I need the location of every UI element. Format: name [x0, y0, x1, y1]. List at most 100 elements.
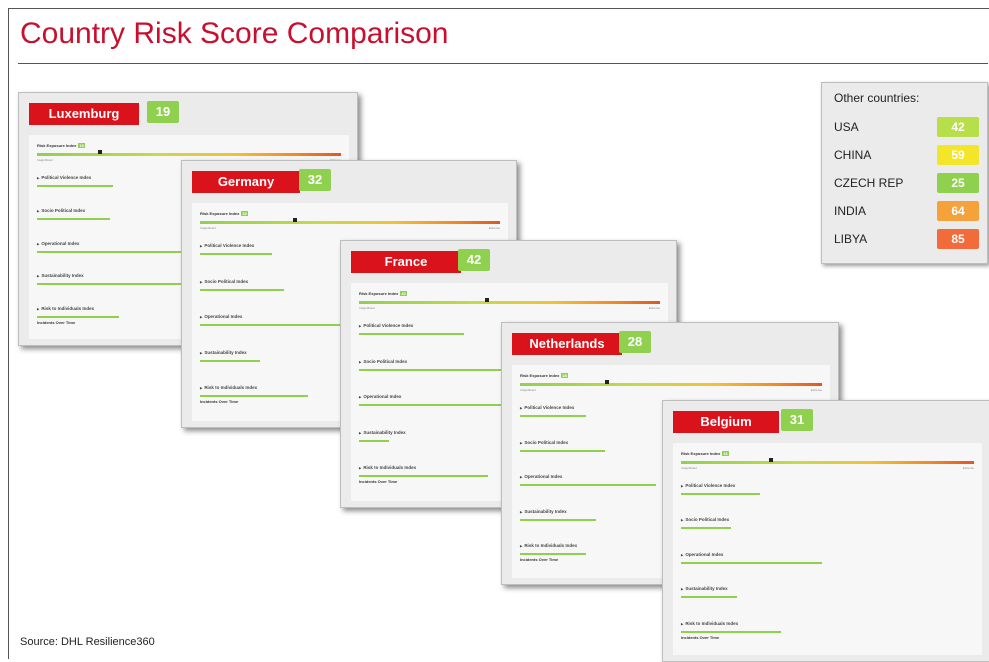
index-bar — [359, 333, 465, 335]
risk-exposure-label: Risk Exposure Index 28 — [520, 373, 568, 378]
country-card-belgium: Belgium 31 Risk Exposure Index 31 Insignific… — [662, 400, 989, 662]
source-note: Source: DHL Resilience360 — [20, 636, 155, 648]
country-score-badge: 19 — [147, 101, 179, 123]
risk-exposure-label: Risk Exposure Index 32 — [200, 211, 248, 216]
index-bar — [520, 484, 656, 487]
incidents-over-time-label: Incidents Over Time — [359, 479, 398, 485]
index-bar — [681, 527, 731, 530]
scale-low-label: Insignificant — [200, 226, 216, 230]
risk-exposure-badge: 42 — [400, 291, 407, 296]
scale-high-label: Extreme — [962, 466, 974, 470]
country-name: France — [351, 251, 461, 273]
index-bar — [359, 439, 390, 442]
index-label: Sustainability Index — [681, 586, 727, 591]
other-countries-header: Other countries: — [834, 91, 920, 105]
other-country-score: 59 — [937, 145, 979, 165]
risk-exposure-badge: 31 — [722, 451, 729, 456]
country-score-badge: 28 — [619, 331, 651, 353]
index-bar — [681, 493, 761, 495]
incidents-over-time-label: Incidents Over Time — [520, 557, 559, 563]
index-label: Risk to Individuals Index — [359, 465, 416, 470]
index-label: Political Violence Index — [200, 243, 254, 248]
index-label: Operational Index — [37, 241, 79, 246]
scale-high-label: Extreme — [648, 306, 660, 310]
index-bar — [520, 518, 596, 521]
index-bar — [200, 359, 260, 362]
other-country-name: CZECH REP — [834, 176, 904, 190]
risk-marker — [604, 380, 609, 384]
risk-gradient-scale — [200, 221, 500, 224]
index-bar — [520, 415, 587, 417]
incidents-over-time-label: Incidents Over Time — [37, 320, 76, 326]
other-country-row: CHINA 59 — [834, 145, 979, 165]
risk-marker — [768, 458, 773, 462]
index-bar — [681, 630, 781, 633]
other-country-name: USA — [834, 120, 859, 134]
index-bar — [520, 449, 605, 452]
index-label: Risk to Individuals Index — [37, 306, 94, 311]
index-bar — [681, 596, 737, 599]
other-country-name: CHINA — [834, 148, 872, 162]
index-bar — [37, 316, 120, 319]
other-country-score: 42 — [937, 117, 979, 137]
index-bar — [200, 288, 284, 291]
risk-marker — [97, 150, 102, 154]
index-label: Socio Political Index — [200, 279, 248, 284]
index-label: Operational Index — [681, 552, 723, 557]
risk-marker — [293, 218, 297, 222]
index-label: Political Violence Index — [681, 483, 735, 488]
scale-low-label: Insignificant — [681, 466, 697, 470]
index-label: Sustainability Index — [200, 350, 246, 355]
other-country-row: LIBYA 85 — [834, 229, 979, 249]
index-bar — [37, 185, 113, 187]
index-label: Risk to Individuals Index — [520, 543, 577, 548]
index-label: Risk to Individuals Index — [681, 621, 738, 626]
index-label: Sustainability Index — [359, 430, 405, 435]
country-score-badge: 32 — [299, 169, 331, 191]
index-bar — [681, 561, 822, 564]
index-bar — [359, 475, 489, 478]
index-label: Operational Index — [200, 314, 242, 319]
risk-gradient-scale — [359, 301, 660, 304]
title-divider — [18, 63, 988, 64]
risk-detail-panel: Risk Exposure Index 31 Insignificant Extrem… — [673, 443, 982, 655]
incidents-over-time-label: Incidents Over Time — [200, 399, 239, 405]
index-label: Socio Political Index — [359, 359, 407, 364]
other-country-row: INDIA 64 — [834, 201, 979, 221]
other-country-row: CZECH REP 25 — [834, 173, 979, 193]
other-countries-panel: Other countries: USA 42 CHINA 59 CZECH REP 25… — [821, 82, 988, 264]
risk-exposure-badge: 28 — [561, 373, 568, 378]
index-bar — [520, 553, 587, 556]
index-label: Socio Political Index — [681, 517, 729, 522]
index-label: Operational Index — [359, 394, 401, 399]
country-name: Germany — [192, 171, 300, 193]
country-name: Netherlands — [512, 333, 622, 355]
index-label: Sustainability Index — [520, 509, 566, 514]
risk-marker — [485, 298, 490, 302]
other-country-name: INDIA — [834, 204, 867, 218]
index-label: Sustainability Index — [37, 273, 83, 278]
index-label: Political Violence Index — [359, 323, 413, 328]
risk-gradient-scale — [681, 461, 974, 464]
page-title: Country Risk Score Comparison — [20, 17, 449, 50]
index-bar — [200, 253, 272, 255]
scale-low-label: Insignificant — [37, 158, 53, 162]
index-label: Socio Political Index — [520, 440, 568, 445]
index-label: Political Violence Index — [520, 405, 574, 410]
country-name: Luxemburg — [29, 103, 139, 125]
index-bar — [37, 217, 110, 220]
country-name: Belgium — [673, 411, 779, 433]
country-score-badge: 31 — [781, 409, 813, 431]
index-label: Risk to Individuals Index — [200, 385, 257, 390]
risk-exposure-label: Risk Exposure Index 42 — [359, 291, 407, 296]
risk-gradient-scale — [37, 153, 341, 156]
scale-low-label: Insignificant — [520, 388, 536, 392]
scale-low-label: Insignificant — [359, 306, 375, 310]
risk-exposure-label: Risk Exposure Index 31 — [681, 451, 729, 456]
risk-exposure-badge: 32 — [241, 211, 248, 216]
scale-high-label: Extreme — [488, 226, 500, 230]
index-bar — [200, 395, 308, 398]
other-country-score: 64 — [937, 201, 979, 221]
other-country-score: 25 — [937, 173, 979, 193]
risk-exposure-label: Risk Exposure Index 19 — [37, 143, 85, 148]
